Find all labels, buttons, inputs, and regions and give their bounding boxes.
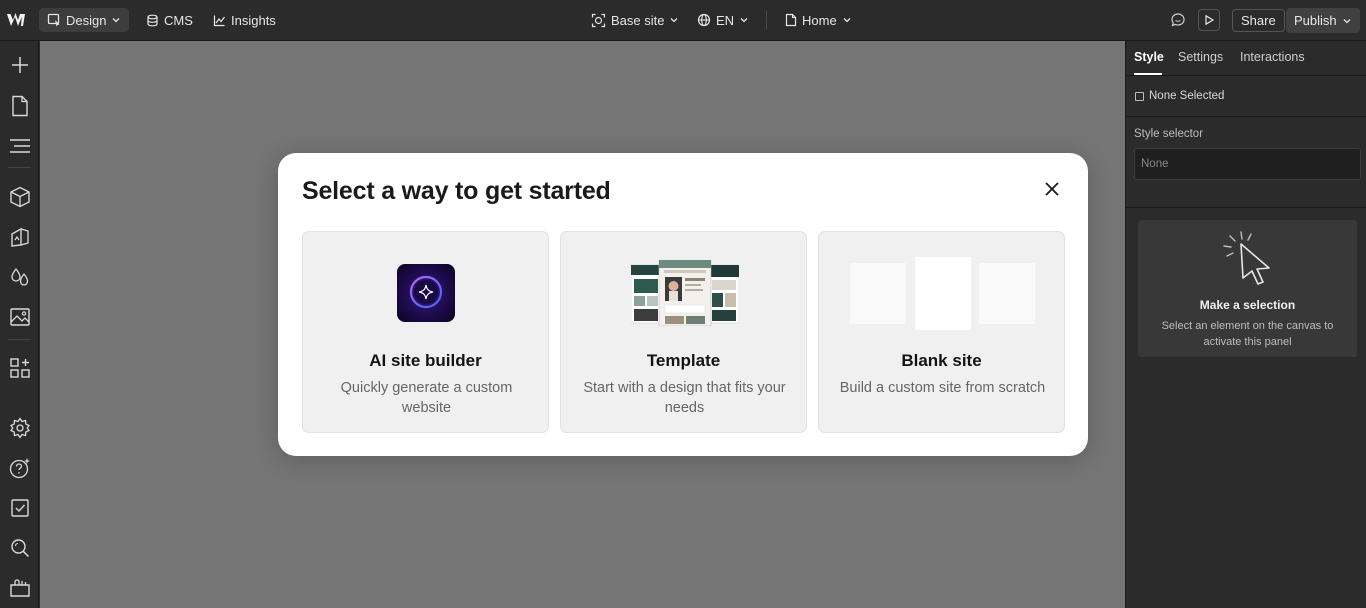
ai-sparkle-icon xyxy=(396,263,456,323)
close-icon[interactable] xyxy=(1040,177,1064,201)
tab-style[interactable]: Style xyxy=(1134,50,1164,64)
blank-site-option[interactable]: Blank site Build a custom site from scra… xyxy=(818,231,1065,433)
publish-button[interactable]: Publish xyxy=(1286,8,1360,33)
base-site-label: Base site xyxy=(611,12,665,28)
locale-button[interactable]: EN xyxy=(689,8,757,32)
navigator-icon[interactable] xyxy=(8,134,31,157)
option-description: Start with a design that fits your needs xyxy=(583,380,786,416)
design-mode-label: Design xyxy=(66,12,107,28)
panel-tabs: Style Settings Interactions xyxy=(1126,41,1366,76)
topbar-divider xyxy=(766,11,767,29)
option-description: Quickly generate a custom website xyxy=(340,380,513,416)
settings-icon[interactable] xyxy=(8,416,31,439)
left-sidebar xyxy=(0,41,39,608)
get-started-modal: Select a way to get started AI site buil… xyxy=(278,153,1088,456)
active-tab-indicator xyxy=(1134,73,1162,75)
blank-pages-image xyxy=(849,257,1036,331)
share-button[interactable]: Share xyxy=(1232,9,1285,32)
pages-icon[interactable] xyxy=(8,94,31,117)
top-bar: Design CMS Insights Base site EN Home Sh… xyxy=(0,0,1366,41)
none-selected-label: None Selected xyxy=(1149,90,1225,102)
marketplace-icon[interactable] xyxy=(8,576,31,599)
preview-button[interactable] xyxy=(1198,9,1220,31)
components-icon[interactable] xyxy=(8,185,31,208)
modal-title: Select a way to get started xyxy=(302,177,611,205)
style-selector-input[interactable]: None xyxy=(1134,148,1361,180)
option-title: Template xyxy=(646,351,721,370)
base-site-button[interactable]: Base site xyxy=(583,8,687,32)
tasks-icon[interactable] xyxy=(8,496,31,519)
comments-icon[interactable] xyxy=(1170,12,1186,28)
images-icon[interactable] xyxy=(8,305,31,328)
option-title: Blank site xyxy=(901,351,982,370)
chevron-down-icon xyxy=(669,15,679,25)
chevron-down-icon xyxy=(111,15,121,25)
panel-divider xyxy=(1126,207,1366,208)
add-icon[interactable] xyxy=(8,53,31,76)
assets-icon[interactable] xyxy=(8,225,31,248)
target-icon xyxy=(591,13,606,28)
chevron-down-icon xyxy=(739,15,749,25)
play-icon xyxy=(1203,14,1215,26)
variables-icon[interactable] xyxy=(8,265,31,288)
page-label: Home xyxy=(802,12,837,28)
cursor-click-icon xyxy=(1221,230,1275,290)
globe-icon xyxy=(697,13,711,27)
design-icon xyxy=(47,13,61,27)
none-selected-toggle[interactable]: None Selected xyxy=(1135,90,1224,102)
option-title: AI site builder xyxy=(369,351,482,370)
design-mode-button[interactable]: Design xyxy=(39,8,130,32)
style-selector-label: Style selector xyxy=(1134,128,1204,140)
checkbox-icon xyxy=(1135,91,1144,101)
ai-site-builder-option[interactable]: AI site builder Quickly generate a custo… xyxy=(302,231,549,433)
insights-label: Insights xyxy=(231,12,276,28)
apps-icon[interactable] xyxy=(8,356,31,379)
template-thumbnails-image xyxy=(631,260,739,326)
chevron-down-icon xyxy=(1342,16,1352,26)
sidebar-divider xyxy=(8,339,31,340)
empty-state-card: Make a selection Select an element on th… xyxy=(1138,220,1357,357)
chevron-down-icon xyxy=(842,15,852,25)
page-icon xyxy=(785,13,797,27)
help-icon[interactable] xyxy=(8,456,31,479)
cms-label: CMS xyxy=(164,12,193,28)
right-panel: Style Settings Interactions None Selecte… xyxy=(1125,41,1366,608)
sidebar-divider xyxy=(8,167,31,168)
tab-settings[interactable]: Settings xyxy=(1178,50,1223,64)
page-selector-button[interactable]: Home xyxy=(777,8,860,32)
tab-interactions[interactable]: Interactions xyxy=(1240,50,1305,64)
webflow-logo-icon[interactable] xyxy=(6,10,30,30)
publish-label: Publish xyxy=(1294,13,1337,28)
database-icon xyxy=(146,14,159,27)
chart-line-icon xyxy=(213,14,226,27)
empty-state-title: Make a selection xyxy=(1199,298,1296,312)
empty-state-description: Select an element on the canvas to activ… xyxy=(1161,320,1334,348)
locale-label: EN xyxy=(716,12,735,28)
panel-divider xyxy=(1126,116,1366,117)
search-icon[interactable] xyxy=(8,536,31,559)
template-option[interactable]: Template Start with a design that fits y… xyxy=(560,231,807,433)
option-description: Build a custom site from scratch xyxy=(839,380,1046,396)
cms-button[interactable]: CMS xyxy=(138,8,201,32)
insights-button[interactable]: Insights xyxy=(205,8,284,32)
